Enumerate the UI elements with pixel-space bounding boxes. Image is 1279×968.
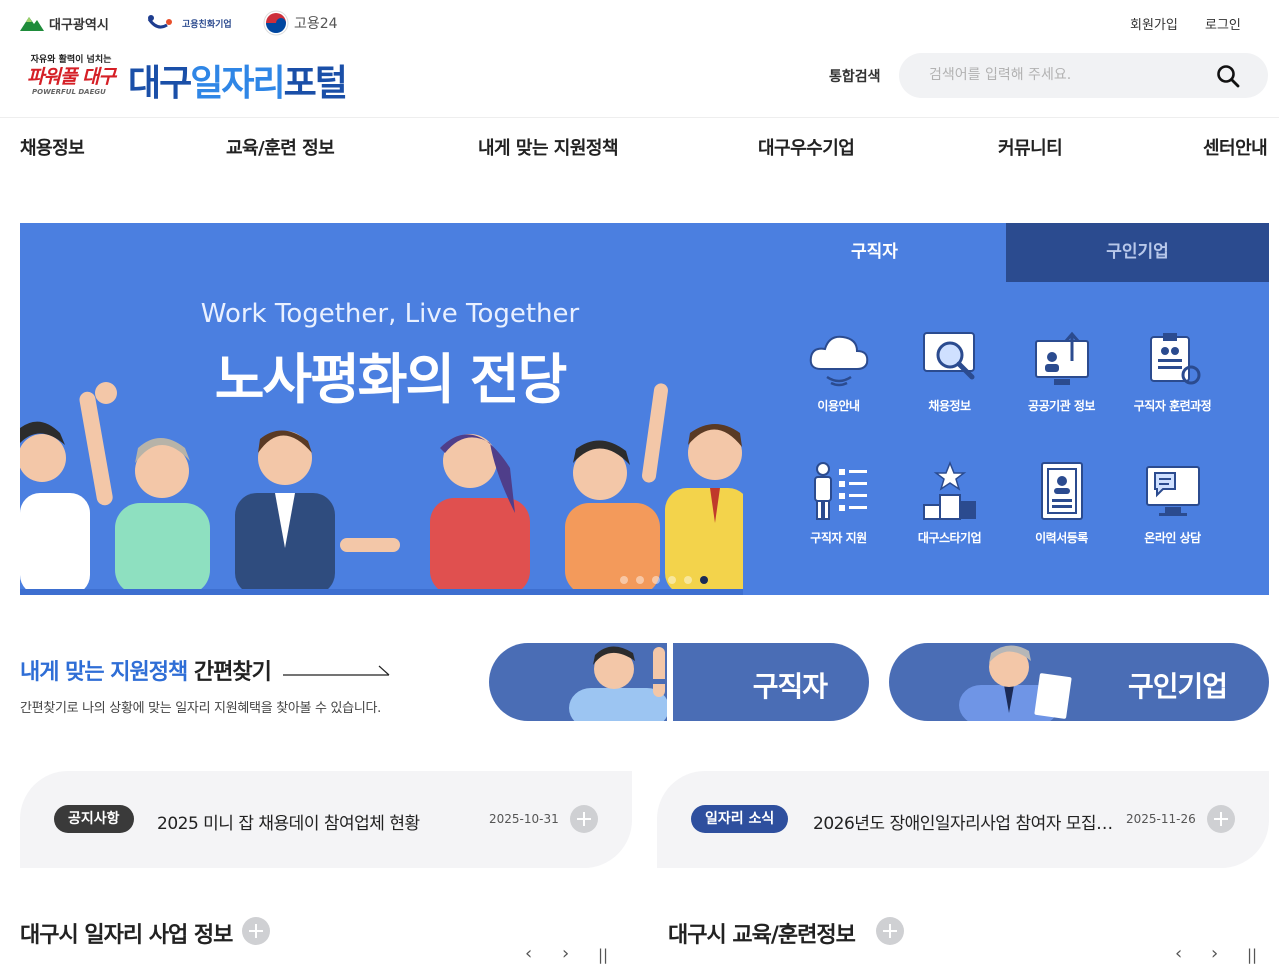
- hero-subtitle: Work Together, Live Together: [200, 299, 580, 329]
- quick-star-company[interactable]: 대구스타기업: [894, 461, 1005, 571]
- job-seeker-button-label: 구직자: [752, 670, 828, 703]
- quick-resume-register-label: 이력서등록: [1035, 531, 1088, 545]
- slide-dot[interactable]: [652, 576, 660, 584]
- edu-next-icon[interactable]: ›: [1211, 943, 1218, 964]
- edu-section-title: 대구시 교육/훈련정보: [668, 923, 856, 948]
- slide-dot[interactable]: [620, 576, 628, 584]
- person-checklist-icon: [813, 462, 867, 520]
- search-icon[interactable]: [1215, 63, 1241, 89]
- jobs-section-more-icon[interactable]: [242, 917, 270, 945]
- edu-section-more-icon[interactable]: [876, 917, 904, 945]
- employer-person-illustration: [959, 645, 1072, 721]
- slide-dot[interactable]: [636, 576, 644, 584]
- quick-public-agency-label: 공공기관 정보: [1028, 399, 1095, 413]
- site-logo[interactable]: 자유와 활력이 넘치는 파워풀 대구 POWERFUL DAEGU 대구일자리포…: [20, 52, 380, 104]
- logo-name-part1: 대구: [128, 63, 192, 104]
- logo-powerful-daegu: 파워풀 대구: [26, 66, 116, 88]
- slide-indicator: [620, 576, 708, 584]
- search-box: [899, 53, 1268, 98]
- job-news-badge[interactable]: 일자리 소식: [691, 805, 789, 833]
- friendly-logo-icon: [147, 15, 172, 29]
- hero-banner[interactable]: Work Together, Live Together 노사평화의 전당: [20, 223, 743, 595]
- quick-seeker-training-label: 구직자 훈련과정: [1133, 399, 1212, 413]
- desktop-upload-icon: [1034, 331, 1089, 385]
- quick-online-consult[interactable]: 온라인 상담: [1117, 461, 1228, 571]
- friendly-company-link[interactable]: 고용친화기업: [147, 10, 232, 36]
- clipboard-gear-icon: [1149, 333, 1200, 385]
- resume-document-icon: [1040, 462, 1083, 520]
- slide-dot[interactable]: [668, 576, 676, 584]
- logo-name-part2: 일자리: [190, 63, 285, 104]
- daegu-city-link[interactable]: 대구광역시: [20, 10, 109, 36]
- quick-find-title-rest: 간편찾기: [187, 660, 272, 685]
- notice-badge[interactable]: 공지사항: [54, 805, 134, 833]
- job-news-box: 일자리 소식 2026년도 장애인일자리사업 참여자 모집… 2025-11-2…: [657, 771, 1269, 868]
- search-input[interactable]: [929, 64, 1209, 86]
- gnb-divider: [0, 117, 1279, 118]
- quick-seeker-training[interactable]: 구직자 훈련과정: [1117, 329, 1228, 439]
- jobs-section-title: 대구시 일자리 사업 정보: [20, 923, 233, 948]
- friendly-company-label: 고용친화기업: [182, 19, 232, 30]
- logo-powerful-english: POWERFUL DAEGU: [32, 88, 106, 96]
- quick-public-agency[interactable]: 공공기관 정보: [1006, 329, 1117, 439]
- job-news-title-link[interactable]: 2026년도 장애인일자리사업 참여자 모집…: [813, 809, 1113, 834]
- quick-online-consult-label: 온라인 상담: [1144, 531, 1201, 545]
- quick-job-info[interactable]: 채용정보: [894, 329, 1005, 439]
- daegu-city-label: 대구광역시: [49, 17, 109, 33]
- edu-pause-icon[interactable]: ||: [1247, 946, 1257, 964]
- quick-seeker-support-label: 구직자 지원: [810, 531, 867, 545]
- notice-box: 공지사항 2025 미니 잡 채용데이 참여업체 현황 2025-10-31: [20, 771, 632, 868]
- quick-find-title: 내게 맞는 지원정책 간편찾기: [20, 654, 272, 686]
- gnb-job-info[interactable]: 채용정보: [20, 134, 85, 160]
- gnb-center-info[interactable]: 센터안내: [1203, 134, 1268, 160]
- quick-service-panel: 구직자 구인기업 이용안내 채용정보 공공기관 정보 구직자 훈련과정 구직자 …: [743, 223, 1269, 595]
- signup-link[interactable]: 회원가입: [1130, 14, 1178, 33]
- slide-dot[interactable]: [684, 576, 692, 584]
- edu-prev-icon[interactable]: ‹: [1175, 943, 1182, 964]
- quick-find-title-highlight: 내게 맞는 지원정책: [20, 660, 188, 685]
- arrow-right-icon: [283, 665, 390, 676]
- gnb-support-policy[interactable]: 내게 맞는 지원정책: [478, 134, 619, 160]
- goyong24-link[interactable]: 고용24: [263, 10, 338, 36]
- quick-resume-register[interactable]: 이력서등록: [1006, 461, 1117, 571]
- tab-employer[interactable]: 구인기업: [1006, 223, 1269, 282]
- quick-usage-guide-label: 이용안내: [817, 399, 860, 413]
- gnb-community[interactable]: 커뮤니티: [998, 134, 1063, 160]
- gnb-excellent-companies[interactable]: 대구우수기업: [758, 134, 855, 160]
- quick-star-company-label: 대구스타기업: [917, 531, 982, 545]
- job-news-date: 2025-11-26: [1126, 812, 1196, 826]
- notice-date: 2025-10-31: [489, 812, 559, 826]
- quick-find-description: 간편찾기로 나의 상황에 맞는 일자리 지원혜택을 찾아볼 수 있습니다.: [20, 701, 381, 716]
- logo-portal-name: 대구일자리포털: [128, 54, 348, 106]
- notice-title-link[interactable]: 2025 미니 잡 채용데이 참여업체 현황: [157, 809, 420, 834]
- utility-bar: 대구광역시 고용친화기업 고용24 회원가입 로그인: [0, 0, 1279, 46]
- jobs-next-icon[interactable]: ›: [562, 943, 569, 964]
- job-seeker-person-illustration: [569, 643, 673, 721]
- job-news-more-icon[interactable]: [1207, 805, 1235, 833]
- employer-button[interactable]: 구인기업: [889, 643, 1269, 721]
- monitor-chat-icon: [1145, 466, 1200, 516]
- quick-job-info-label: 채용정보: [928, 399, 971, 413]
- celebrating-people-illustration: [20, 382, 743, 595]
- logo-name-part3: 포털: [283, 63, 348, 104]
- tab-job-seeker[interactable]: 구직자: [743, 223, 1006, 282]
- goyong24-label: 고용24: [294, 16, 338, 32]
- integrated-search-label: 통합검색: [829, 69, 881, 85]
- quick-usage-guide[interactable]: 이용안내: [783, 329, 894, 439]
- job-seeker-button[interactable]: 구직자: [489, 643, 869, 721]
- jobs-pause-icon[interactable]: ||: [598, 946, 608, 964]
- gnb-education-training[interactable]: 교육/훈련 정보: [226, 134, 335, 160]
- slide-dot-active[interactable]: [700, 576, 708, 584]
- mountain-logo-icon: [20, 17, 44, 31]
- monitor-magnifier-icon: [922, 332, 975, 380]
- jobs-prev-icon[interactable]: ‹: [525, 943, 532, 964]
- notice-more-icon[interactable]: [570, 805, 598, 833]
- quick-seeker-support[interactable]: 구직자 지원: [783, 461, 894, 571]
- employer-button-label: 구인기업: [1127, 670, 1228, 703]
- podium-star-icon: [922, 461, 976, 520]
- cloud-icon: [809, 335, 868, 387]
- login-link[interactable]: 로그인: [1205, 14, 1241, 33]
- goyong24-logo-icon: [263, 10, 289, 36]
